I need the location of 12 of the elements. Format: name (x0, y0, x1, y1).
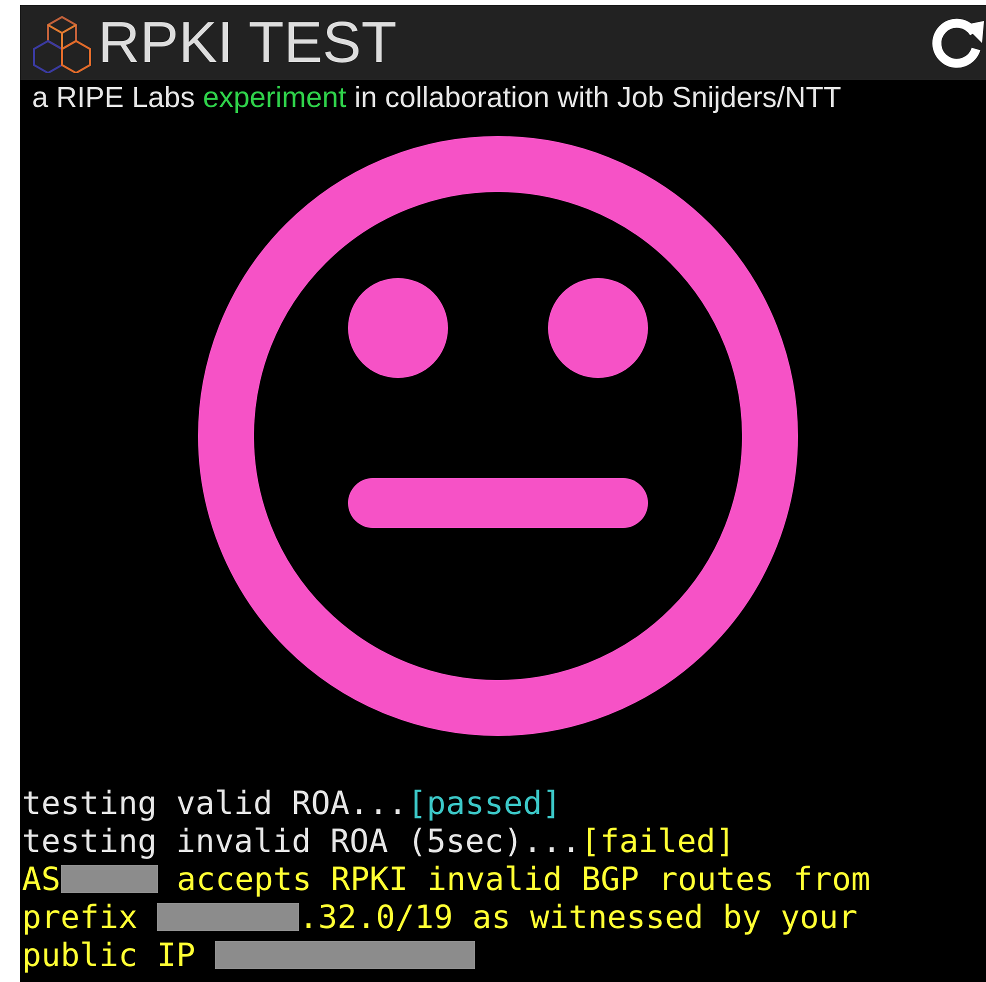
verdict-text: AS (22, 860, 61, 898)
subtitle: a RIPE Labs experiment in collaboration with Job Snijders/NTT (31, 81, 842, 116)
test-label: testing valid ROA... (22, 784, 408, 822)
verdict-text: public IP (22, 936, 196, 974)
verdict-text: .32.0/19 as witnessed by your (298, 898, 858, 936)
app-title: RPKI TEST (98, 14, 398, 72)
verdict-text: prefix (22, 898, 139, 936)
test-result: [passed] (407, 784, 562, 822)
verdict-text: accepts RPKI invalid BGP routes from (176, 860, 870, 898)
experiment-link[interactable]: experiment (202, 82, 346, 114)
test-result: [failed] (580, 822, 735, 860)
test-label: testing invalid ROA (5sec)... (22, 822, 581, 860)
